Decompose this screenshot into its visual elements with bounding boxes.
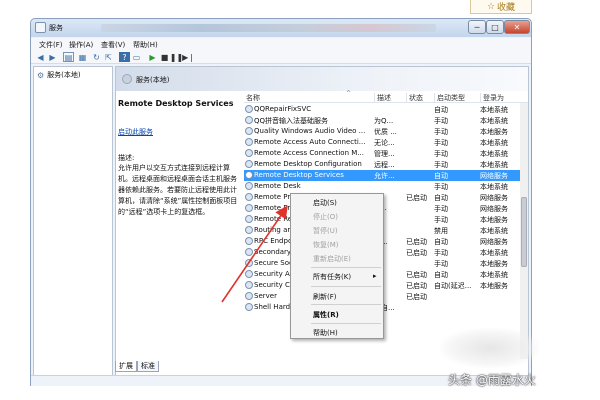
watermark: 头条 @雨露水火 (448, 373, 536, 387)
watermark-background (440, 328, 540, 368)
